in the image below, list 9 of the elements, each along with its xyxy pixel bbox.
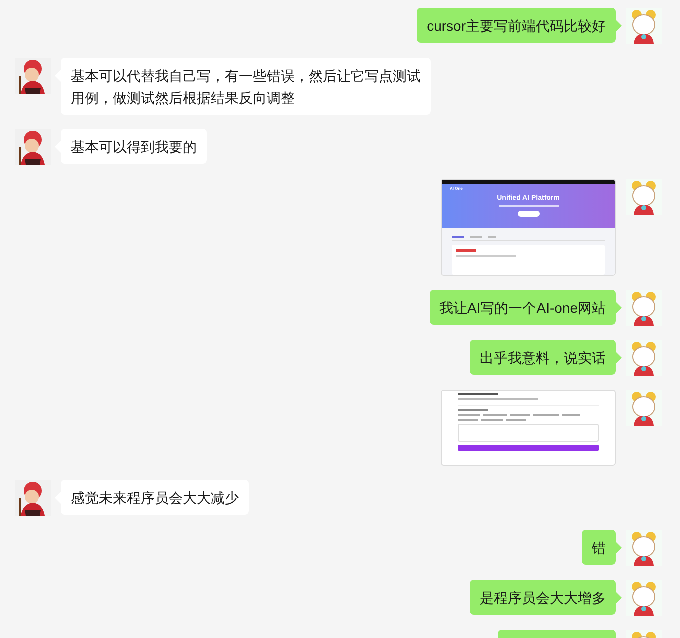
avatar <box>626 530 662 566</box>
avatar <box>626 179 662 215</box>
avatar <box>626 340 662 376</box>
avatar <box>626 290 662 326</box>
avatar <box>626 390 662 426</box>
site-button <box>518 211 540 217</box>
avatar <box>626 8 662 44</box>
avatar <box>626 580 662 616</box>
form-screenshot[interactable] <box>441 390 616 466</box>
